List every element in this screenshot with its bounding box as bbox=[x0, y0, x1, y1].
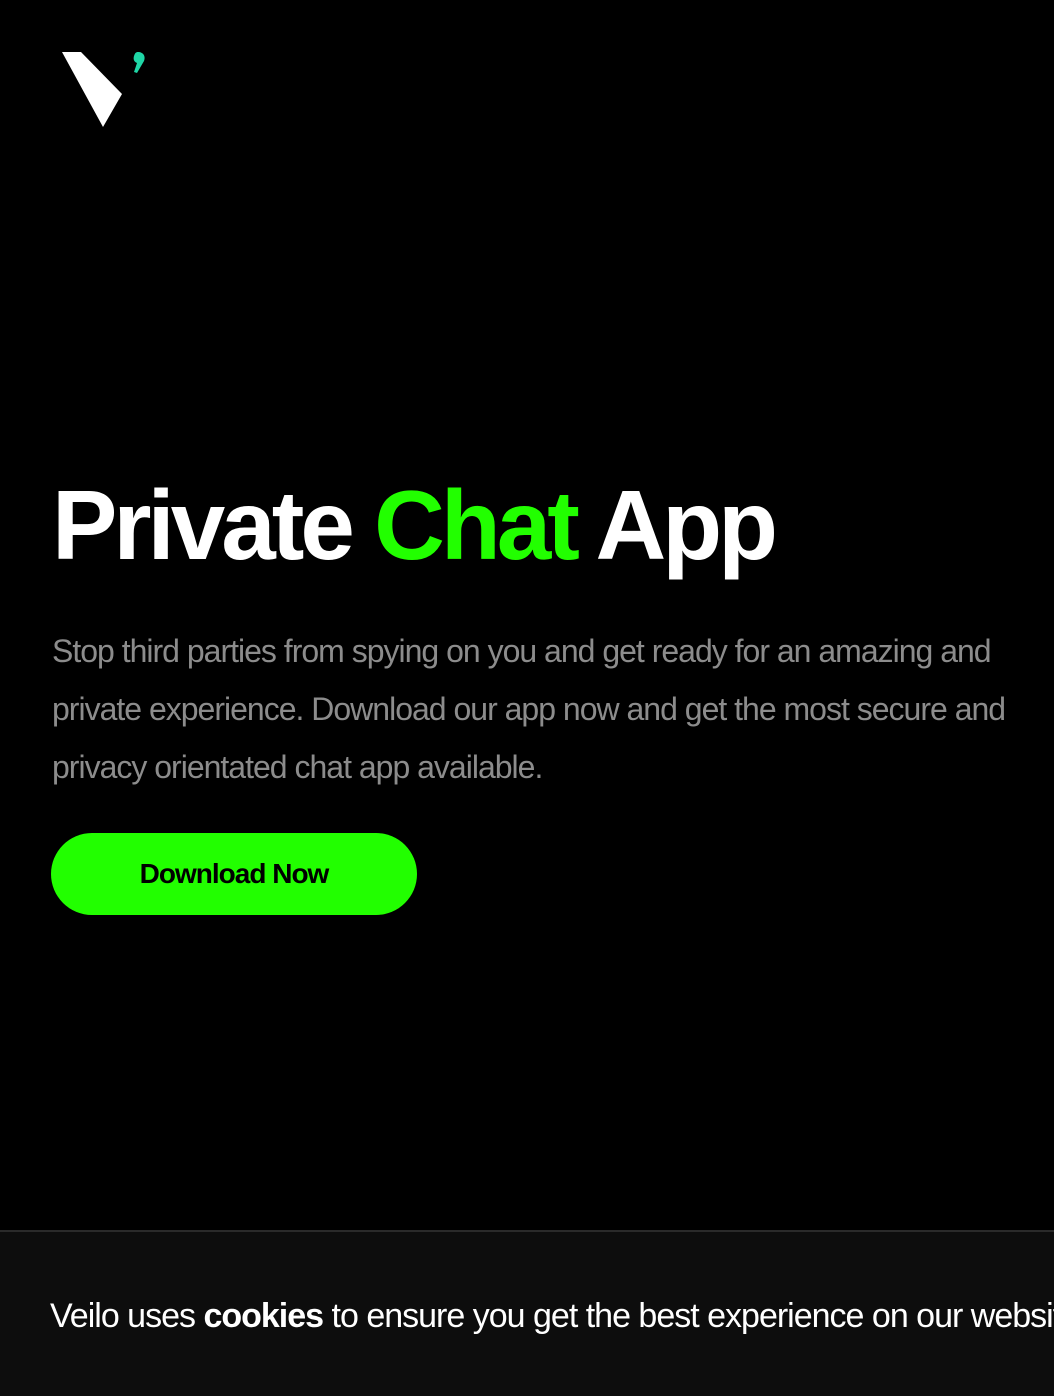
logo-v-shape bbox=[62, 52, 122, 127]
hero-title-app: App bbox=[595, 470, 777, 580]
hero-title: Private Chat App bbox=[52, 470, 1042, 580]
veilo-logo-icon[interactable] bbox=[60, 50, 150, 132]
hero-title-chat-highlight: Chat bbox=[374, 470, 580, 580]
cookie-text-after: to ensure you get the best experience on… bbox=[331, 1297, 1054, 1335]
cookie-text-before: Veilo uses bbox=[50, 1297, 196, 1335]
hero-title-private: Private bbox=[52, 470, 355, 580]
hero-description: Stop third parties from spying on you an… bbox=[52, 633, 1006, 785]
logo-accent-mark bbox=[133, 52, 145, 73]
cookie-banner: Veilo uses cookies to ensure you get the… bbox=[0, 1230, 1054, 1396]
download-now-button[interactable]: Download Now bbox=[51, 833, 417, 915]
cookie-link[interactable]: cookies bbox=[203, 1297, 324, 1335]
cookie-message: Veilo uses cookies to ensure you get the… bbox=[50, 1294, 1054, 1338]
hero-section: Private Chat App Stop third parties from… bbox=[52, 470, 1042, 796]
